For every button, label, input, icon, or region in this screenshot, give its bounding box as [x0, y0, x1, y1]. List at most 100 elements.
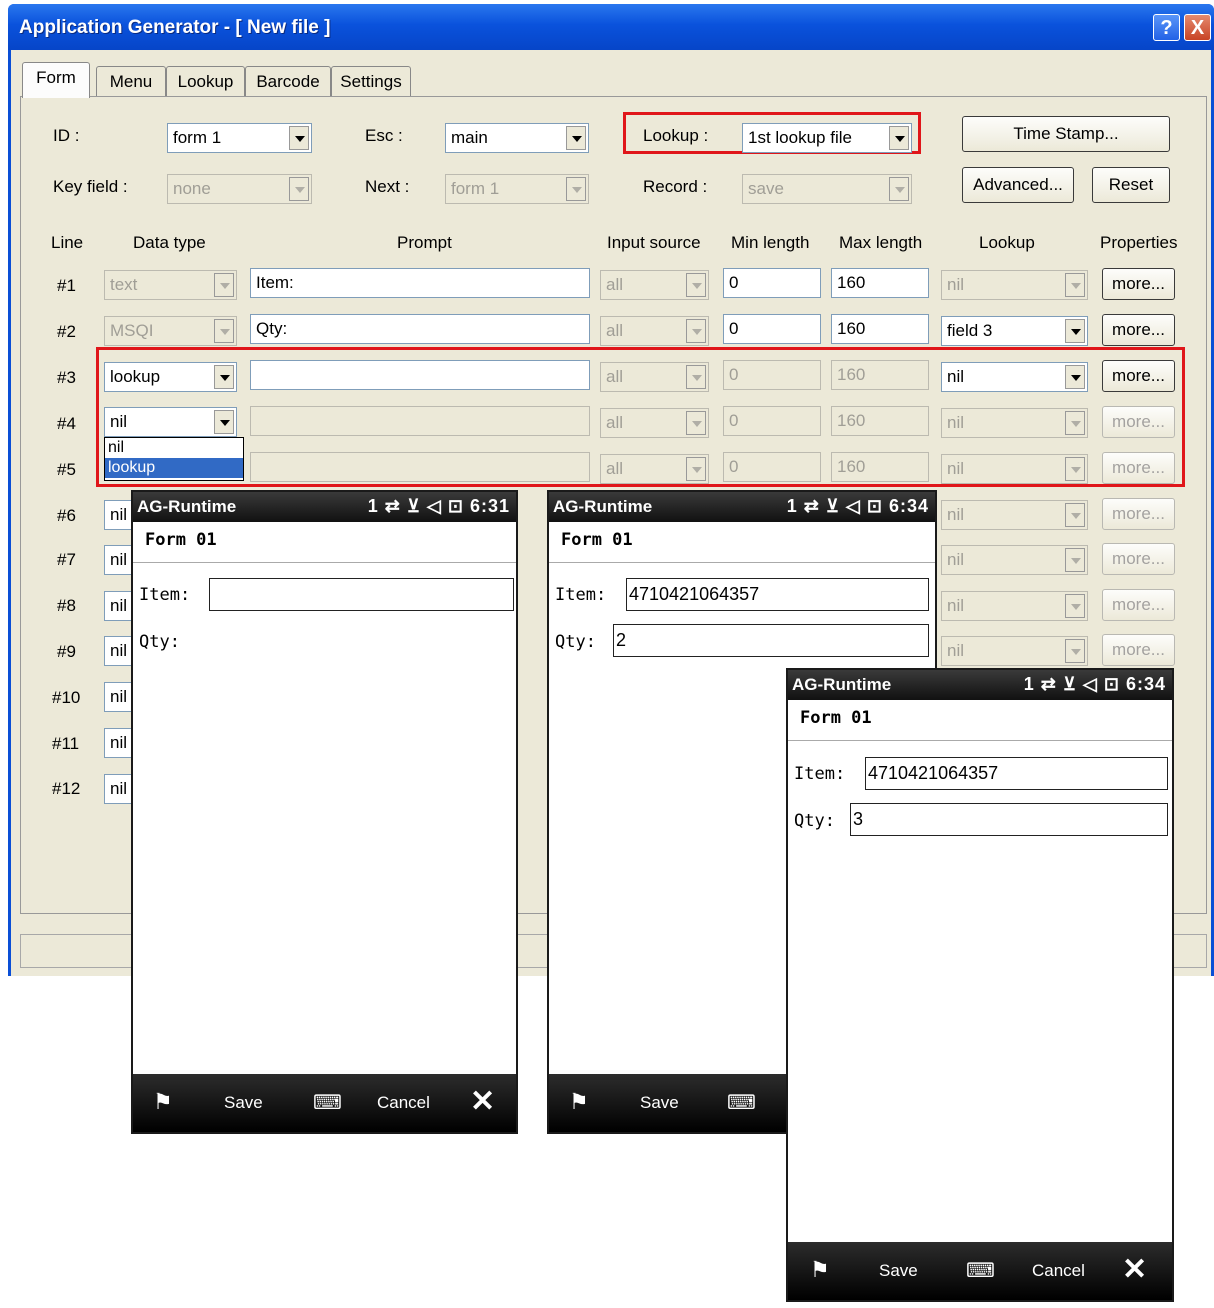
row-more-button[interactable]: more...	[1102, 268, 1175, 300]
phone-save-button[interactable]: Save	[640, 1093, 679, 1113]
row-min-length-input[interactable]: 0	[723, 360, 821, 390]
chevron-down-icon[interactable]	[214, 319, 234, 343]
reset-button[interactable]: Reset	[1092, 167, 1170, 203]
row-prompt-input[interactable]	[250, 360, 590, 390]
row-more-button[interactable]: more...	[1102, 589, 1175, 621]
phone-item-input[interactable]: 4710421064357	[865, 757, 1168, 790]
row-max-length-input[interactable]: 160	[831, 314, 929, 344]
row-input-source-select[interactable]: all	[600, 454, 709, 484]
tab-form[interactable]: Form	[22, 62, 90, 98]
phone-qty-input[interactable]: 3	[850, 803, 1168, 836]
phone-save-button[interactable]: Save	[224, 1093, 263, 1113]
row-data-type-select[interactable]: text	[104, 270, 237, 300]
close-x-icon[interactable]: ✕	[470, 1084, 495, 1119]
chevron-down-icon[interactable]	[214, 273, 234, 297]
chevron-down-icon[interactable]	[214, 410, 234, 434]
row-prompt-input[interactable]: Item:	[250, 268, 590, 298]
chevron-down-icon[interactable]	[1065, 365, 1085, 389]
row-prompt-input[interactable]: Qty:	[250, 314, 590, 344]
row-more-button[interactable]: more...	[1102, 360, 1175, 392]
row-lookup-select[interactable]: field 3	[941, 316, 1088, 346]
time-stamp-button[interactable]: Time Stamp...	[962, 116, 1170, 152]
row-min-length-input[interactable]: 0	[723, 314, 821, 344]
help-button[interactable]: ?	[1153, 14, 1180, 41]
chevron-down-icon[interactable]	[566, 126, 586, 150]
phone-save-button[interactable]: Save	[879, 1261, 918, 1281]
title-bar[interactable]: Application Generator - [ New file ] ? X	[8, 4, 1214, 50]
row-lookup-select[interactable]: nil	[941, 591, 1088, 621]
data-type-dropdown-list[interactable]: nil lookup	[104, 437, 244, 481]
close-button[interactable]: X	[1184, 14, 1211, 41]
phone-item-input[interactable]: 4710421064357	[626, 578, 929, 611]
tab-settings[interactable]: Settings	[331, 66, 411, 96]
phone-qty-input[interactable]: 2	[613, 624, 929, 657]
row-prompt-input[interactable]	[250, 406, 590, 436]
row-more-button[interactable]: more...	[1102, 543, 1175, 575]
phone-cancel-button[interactable]: Cancel	[377, 1093, 430, 1113]
id-select[interactable]: form 1	[167, 123, 312, 153]
row-more-button[interactable]: more...	[1102, 452, 1175, 484]
row-lookup-select[interactable]: nil	[941, 408, 1088, 438]
dropdown-option-nil[interactable]: nil	[105, 438, 243, 458]
row-min-length-input[interactable]: 0	[723, 268, 821, 298]
tab-barcode[interactable]: Barcode	[245, 66, 331, 96]
row-more-button[interactable]: more...	[1102, 634, 1175, 666]
row-input-source-select[interactable]: all	[600, 270, 709, 300]
row-min-length-input[interactable]: 0	[723, 452, 821, 482]
chevron-down-icon[interactable]	[289, 177, 309, 201]
chevron-down-icon[interactable]	[214, 365, 234, 389]
close-x-icon[interactable]: ✕	[1122, 1252, 1147, 1287]
phone-cancel-button[interactable]: Cancel	[1032, 1261, 1085, 1281]
row-input-source-select[interactable]: all	[600, 362, 709, 392]
advanced-button[interactable]: Advanced...	[962, 167, 1074, 203]
row-more-button[interactable]: more...	[1102, 498, 1175, 530]
chevron-down-icon[interactable]	[686, 319, 706, 343]
keyboard-icon[interactable]: ⌨	[313, 1090, 342, 1115]
next-select[interactable]: form 1	[445, 174, 589, 204]
chevron-down-icon[interactable]	[1065, 639, 1085, 663]
keyboard-icon[interactable]: ⌨	[727, 1090, 756, 1115]
row-min-length-input[interactable]: 0	[723, 406, 821, 436]
row-lookup-select[interactable]: nil	[941, 362, 1088, 392]
row-lookup-select[interactable]: nil	[941, 636, 1088, 666]
chevron-down-icon[interactable]	[686, 365, 706, 389]
row-prompt-input[interactable]	[250, 452, 590, 482]
row-data-type-select[interactable]: MSQI	[104, 316, 237, 346]
chevron-down-icon[interactable]	[566, 177, 586, 201]
chevron-down-icon[interactable]	[686, 457, 706, 481]
record-select[interactable]: save	[742, 174, 912, 204]
row-data-type-select[interactable]: lookup	[104, 362, 237, 392]
chevron-down-icon[interactable]	[1065, 548, 1085, 572]
row-lookup-select[interactable]: nil	[941, 545, 1088, 575]
row-lookup-select[interactable]: nil	[941, 454, 1088, 484]
tab-menu[interactable]: Menu	[96, 66, 166, 96]
dropdown-option-lookup[interactable]: lookup	[105, 458, 243, 478]
esc-select[interactable]: main	[445, 123, 589, 153]
tab-lookup[interactable]: Lookup	[166, 66, 245, 96]
chevron-down-icon[interactable]	[1065, 411, 1085, 435]
row-max-length-input[interactable]: 160	[831, 452, 929, 482]
chevron-down-icon[interactable]	[1065, 503, 1085, 527]
row-max-length-input[interactable]: 160	[831, 406, 929, 436]
chevron-down-icon[interactable]	[1065, 457, 1085, 481]
row-data-type-select[interactable]: nil	[104, 407, 237, 437]
row-input-source-select[interactable]: all	[600, 408, 709, 438]
chevron-down-icon[interactable]	[686, 411, 706, 435]
keyboard-icon[interactable]: ⌨	[966, 1258, 995, 1283]
windows-flag-icon[interactable]: ⚑	[569, 1089, 589, 1115]
chevron-down-icon[interactable]	[686, 273, 706, 297]
row-input-source-select[interactable]: all	[600, 316, 709, 346]
row-lookup-select[interactable]: nil	[941, 270, 1088, 300]
windows-flag-icon[interactable]: ⚑	[810, 1257, 830, 1283]
row-max-length-input[interactable]: 160	[831, 268, 929, 298]
chevron-down-icon[interactable]	[1065, 273, 1085, 297]
chevron-down-icon[interactable]	[1065, 319, 1085, 343]
phone-item-input[interactable]	[209, 578, 514, 611]
chevron-down-icon[interactable]	[889, 126, 909, 150]
chevron-down-icon[interactable]	[1065, 594, 1085, 618]
row-more-button[interactable]: more...	[1102, 314, 1175, 346]
row-max-length-input[interactable]: 160	[831, 360, 929, 390]
chevron-down-icon[interactable]	[289, 126, 309, 150]
row-more-button[interactable]: more...	[1102, 406, 1175, 438]
row-lookup-select[interactable]: nil	[941, 500, 1088, 530]
